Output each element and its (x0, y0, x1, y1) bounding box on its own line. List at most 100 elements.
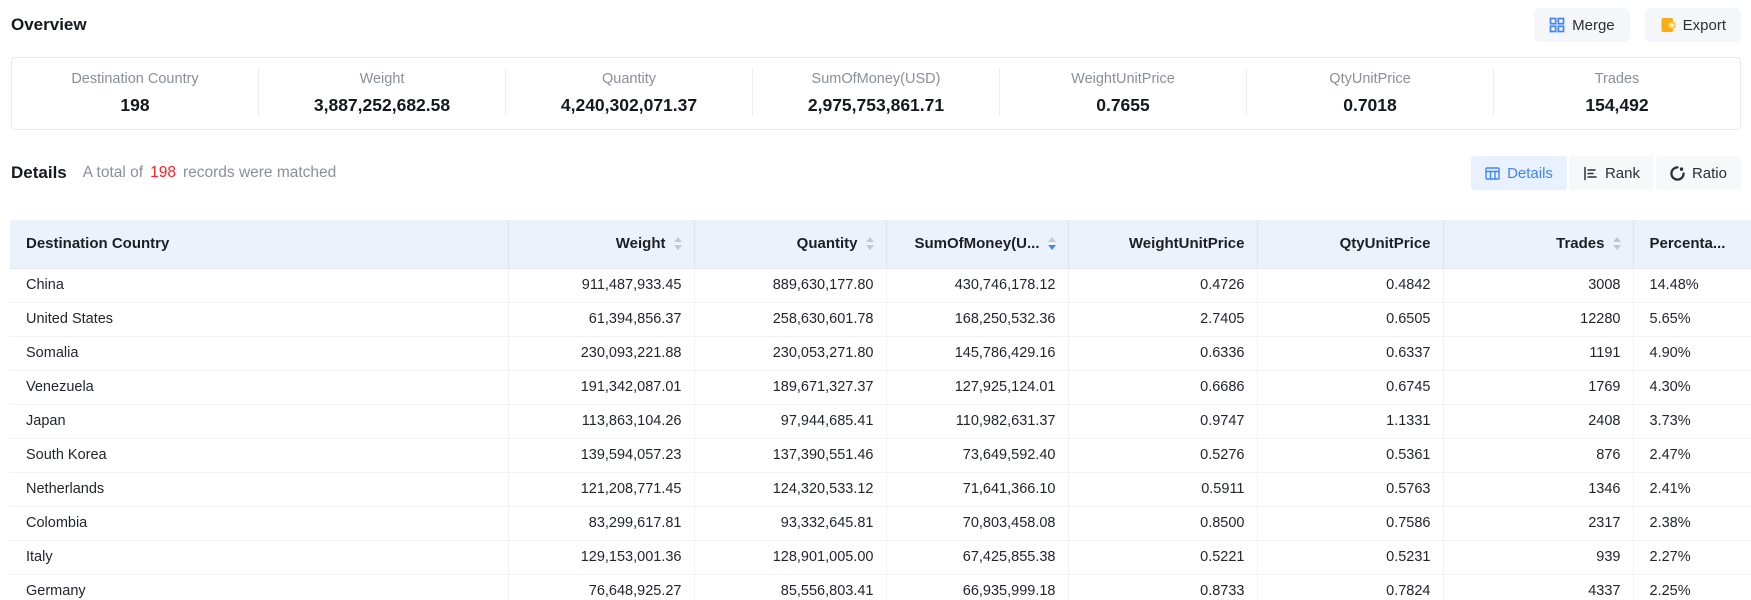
view-toggle-details[interactable]: Details (1471, 156, 1567, 190)
table-cell: 2.27% (1633, 540, 1751, 574)
cell-destination-country: United States (10, 302, 508, 336)
cell-destination-country: Italy (10, 540, 508, 574)
stat-label: Quantity (506, 70, 752, 88)
stat-value: 2,975,753,861.71 (753, 94, 999, 116)
table-cell: 1191 (1443, 336, 1633, 370)
table-cell: 889,630,177.80 (694, 268, 886, 302)
table-cell: 137,390,551.46 (694, 438, 886, 472)
table-header-row: Destination CountryWeightQuantity SumOfMo… (10, 220, 1751, 268)
table-cell: 0.6337 (1257, 336, 1443, 370)
table-cell: 3.73% (1633, 404, 1751, 438)
table-cell: 71,641,366.10 (886, 472, 1068, 506)
view-toggle-rank[interactable]: Rank (1569, 156, 1654, 190)
stat-value: 154,492 (1494, 94, 1740, 116)
merge-grid-icon (1549, 17, 1565, 33)
cell-destination-country: Germany (10, 574, 508, 600)
table-cell: 0.4842 (1257, 268, 1443, 302)
view-toggle-ratio[interactable]: Ratio (1656, 156, 1741, 190)
table-cell: 3008 (1443, 268, 1633, 302)
top-actions: Merge Export (1534, 8, 1741, 42)
table-cell: 0.6336 (1068, 336, 1257, 370)
table-cell: 73,649,592.40 (886, 438, 1068, 472)
table-cell: 0.5231 (1257, 540, 1443, 574)
table-cell: 230,093,221.88 (508, 336, 694, 370)
table-row: Italy129,153,001.36128,901,005.0067,425,… (10, 540, 1751, 574)
table-cell: 14.48% (1633, 268, 1751, 302)
view-toggle-group: DetailsRank Ratio (1471, 156, 1741, 190)
table-cell: 0.5276 (1068, 438, 1257, 472)
table-cell: 85,556,803.41 (694, 574, 886, 600)
table-cell: 1346 (1443, 472, 1633, 506)
table-cell: 0.6745 (1257, 370, 1443, 404)
column-label: SumOfMoney(U... (914, 235, 1039, 252)
column-label: WeightUnitPrice (1129, 235, 1245, 252)
column-header-trades[interactable]: Trades (1443, 220, 1633, 268)
table-cell: 0.6505 (1257, 302, 1443, 336)
table-cell: 0.7824 (1257, 574, 1443, 600)
pie-chart-icon (1670, 166, 1685, 181)
merge-button[interactable]: Merge (1534, 8, 1630, 42)
table-cell: 12280 (1443, 302, 1633, 336)
table-cell: 127,925,124.01 (886, 370, 1068, 404)
table-cell: 0.6686 (1068, 370, 1257, 404)
table-cell: 110,982,631.37 (886, 404, 1068, 438)
table-cell: 191,342,087.01 (508, 370, 694, 404)
toggle-label: Ratio (1692, 165, 1727, 182)
table-row: South Korea139,594,057.23137,390,551.467… (10, 438, 1751, 472)
table-cell: 939 (1443, 540, 1633, 574)
table-cell: 5.65% (1633, 302, 1751, 336)
column-header-weight[interactable]: Weight (508, 220, 694, 268)
cell-destination-country: China (10, 268, 508, 302)
table-cell: 129,153,001.36 (508, 540, 694, 574)
table-cell: 61,394,856.37 (508, 302, 694, 336)
stat-cell-weight: Weight3,887,252,682.58 (258, 68, 505, 116)
table-cell: 83,299,617.81 (508, 506, 694, 540)
table-cell: 1.1331 (1257, 404, 1443, 438)
stat-value: 0.7018 (1247, 94, 1493, 116)
table-cell: 66,935,999.18 (886, 574, 1068, 600)
table-cell: 0.5221 (1068, 540, 1257, 574)
column-header-destination-country: Destination Country (10, 220, 508, 268)
table-cell: 2.38% (1633, 506, 1751, 540)
stat-cell-trades: Trades 154,492 (1493, 68, 1740, 116)
column-header-weightunitprice: WeightUnitPrice (1068, 220, 1257, 268)
table-row: Japan113,863,104.2697,944,685.41110,982,… (10, 404, 1751, 438)
table-cell: 121,208,771.45 (508, 472, 694, 506)
stat-label: Weight (259, 70, 505, 88)
table-cell: 0.4726 (1068, 268, 1257, 302)
table-cell: 189,671,327.37 (694, 370, 886, 404)
cell-destination-country: Japan (10, 404, 508, 438)
export-button-label: Export (1683, 17, 1726, 34)
table-cell: 128,901,005.00 (694, 540, 886, 574)
stat-label: SumOfMoney(USD) (753, 70, 999, 88)
table-cell: 2.41% (1633, 472, 1751, 506)
table-cell: 0.5911 (1068, 472, 1257, 506)
stat-cell-weightunitprice: WeightUnitPrice0.7655 (999, 68, 1246, 116)
table-cell: 139,594,057.23 (508, 438, 694, 472)
match-summary: A total of 198 records were matched (83, 164, 337, 182)
sort-icon (1613, 237, 1621, 250)
match-count: 198 (150, 164, 176, 182)
stat-value: 198 (12, 94, 258, 116)
table-cell: 0.5763 (1257, 472, 1443, 506)
export-file-icon (1660, 17, 1676, 33)
table-cell: 145,786,429.16 (886, 336, 1068, 370)
cell-destination-country: Venezuela (10, 370, 508, 404)
sort-icon (674, 237, 682, 250)
stat-label: QtyUnitPrice (1247, 70, 1493, 88)
table-cell: 1769 (1443, 370, 1633, 404)
export-button[interactable]: Export (1645, 8, 1741, 42)
stat-cell-sumofmoney-usd: SumOfMoney(USD) 2,975,753,861.71 (752, 68, 999, 116)
table-cell: 2408 (1443, 404, 1633, 438)
table-cell: 97,944,685.41 (694, 404, 886, 438)
sort-icon (866, 237, 874, 250)
column-label: Trades (1556, 235, 1604, 252)
merge-button-label: Merge (1572, 17, 1615, 34)
column-header-sumofmoney-u[interactable]: SumOfMoney(U... (886, 220, 1068, 268)
stat-label: Trades (1494, 70, 1740, 88)
table-cell: 4.90% (1633, 336, 1751, 370)
sort-icon (1048, 237, 1056, 250)
page-title: Overview (11, 15, 87, 35)
column-header-quantity[interactable]: Quantity (694, 220, 886, 268)
column-label: QtyUnitPrice (1340, 235, 1431, 252)
